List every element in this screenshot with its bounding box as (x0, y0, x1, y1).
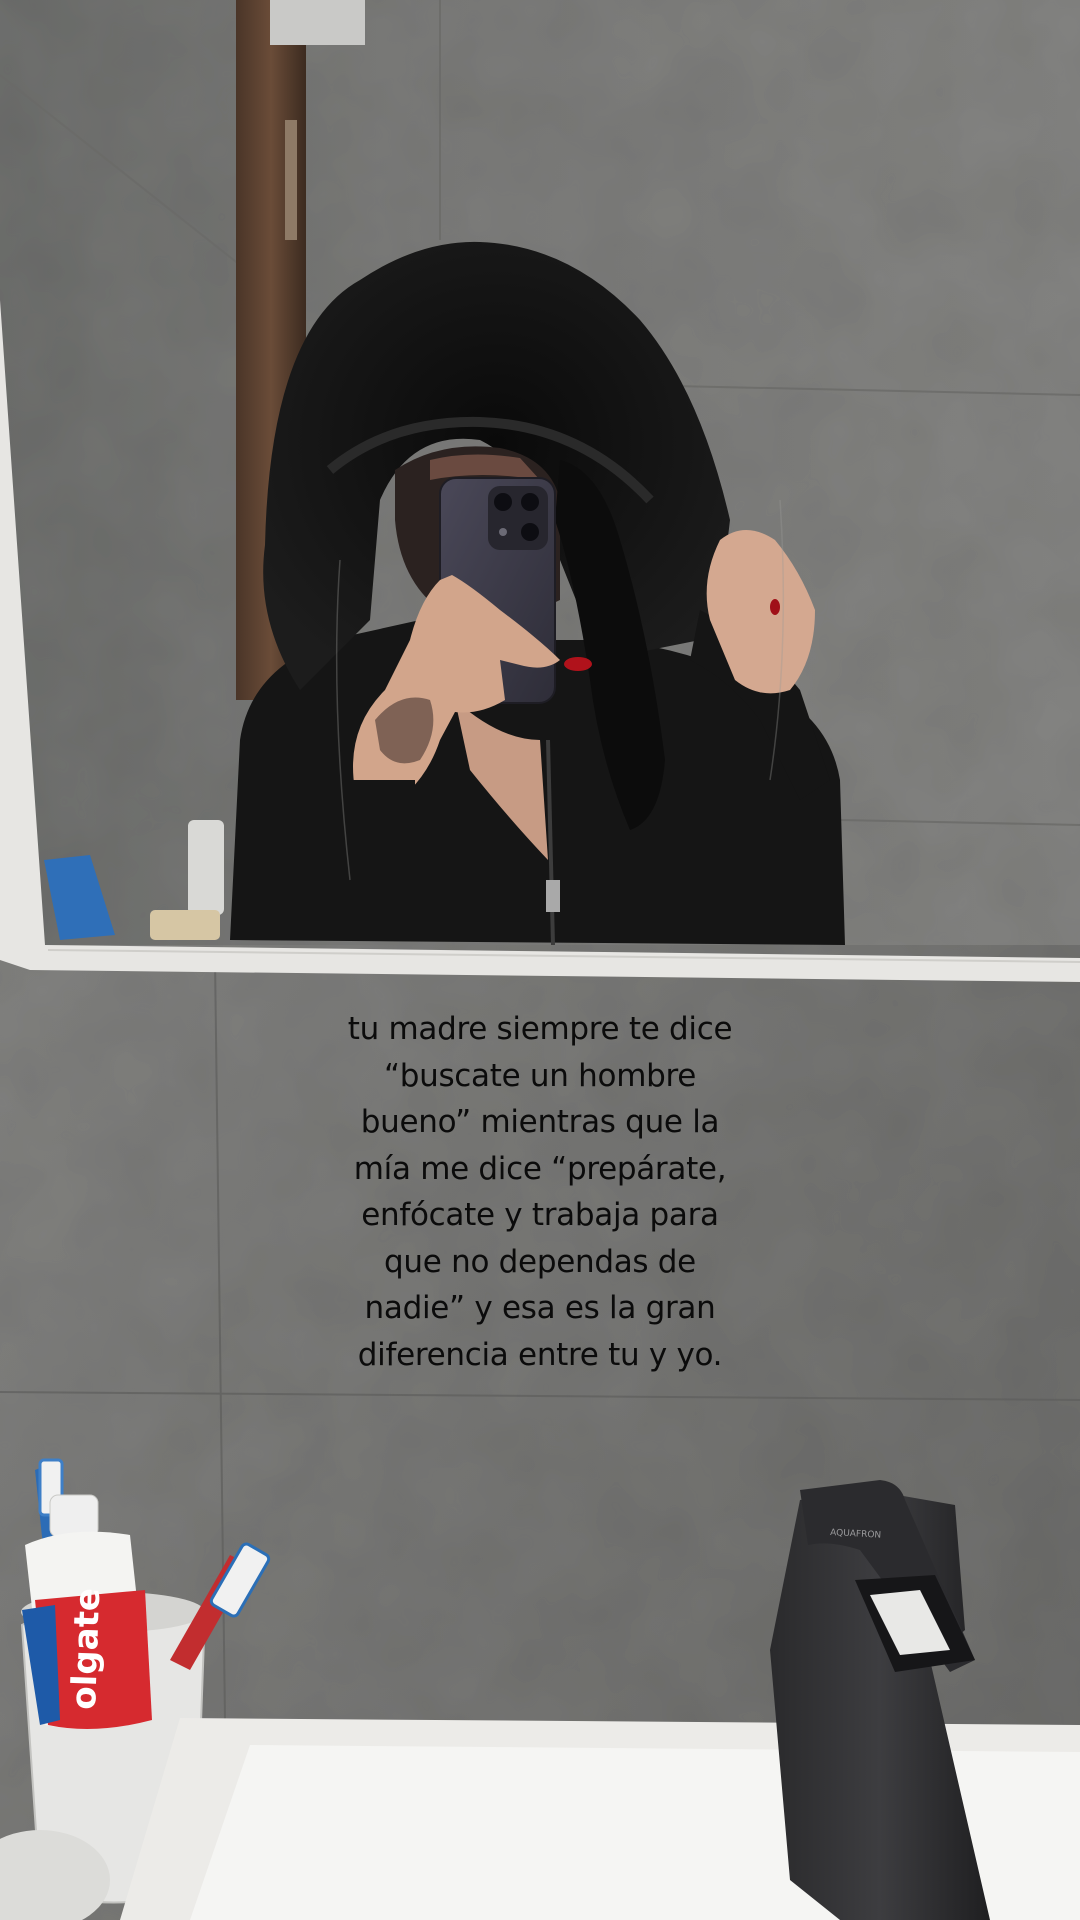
bathroom-mirror-selfie-photo: olgate AQUAFRON (0, 0, 1080, 1920)
mirror (0, 0, 1080, 946)
caption-line: mía me dice “prepárate, (353, 1150, 727, 1187)
caption-line: bueno” mientras que la (360, 1104, 720, 1140)
toothpaste-brand: olgate (64, 1587, 108, 1710)
caption-line: “buscate un hombre (383, 1057, 697, 1094)
caption-line: que no dependas de (384, 1243, 696, 1280)
caption-line: tu madre siempre te dice (347, 1011, 733, 1047)
caption-line: diferencia entre tu y yo. (357, 1336, 723, 1373)
caption-line: enfócate y trabaja para (361, 1197, 719, 1233)
caption-line: nadie” y esa es la gran (364, 1290, 716, 1326)
story-caption: tu madre siempre te dice “buscate un hom… (240, 1006, 840, 1378)
